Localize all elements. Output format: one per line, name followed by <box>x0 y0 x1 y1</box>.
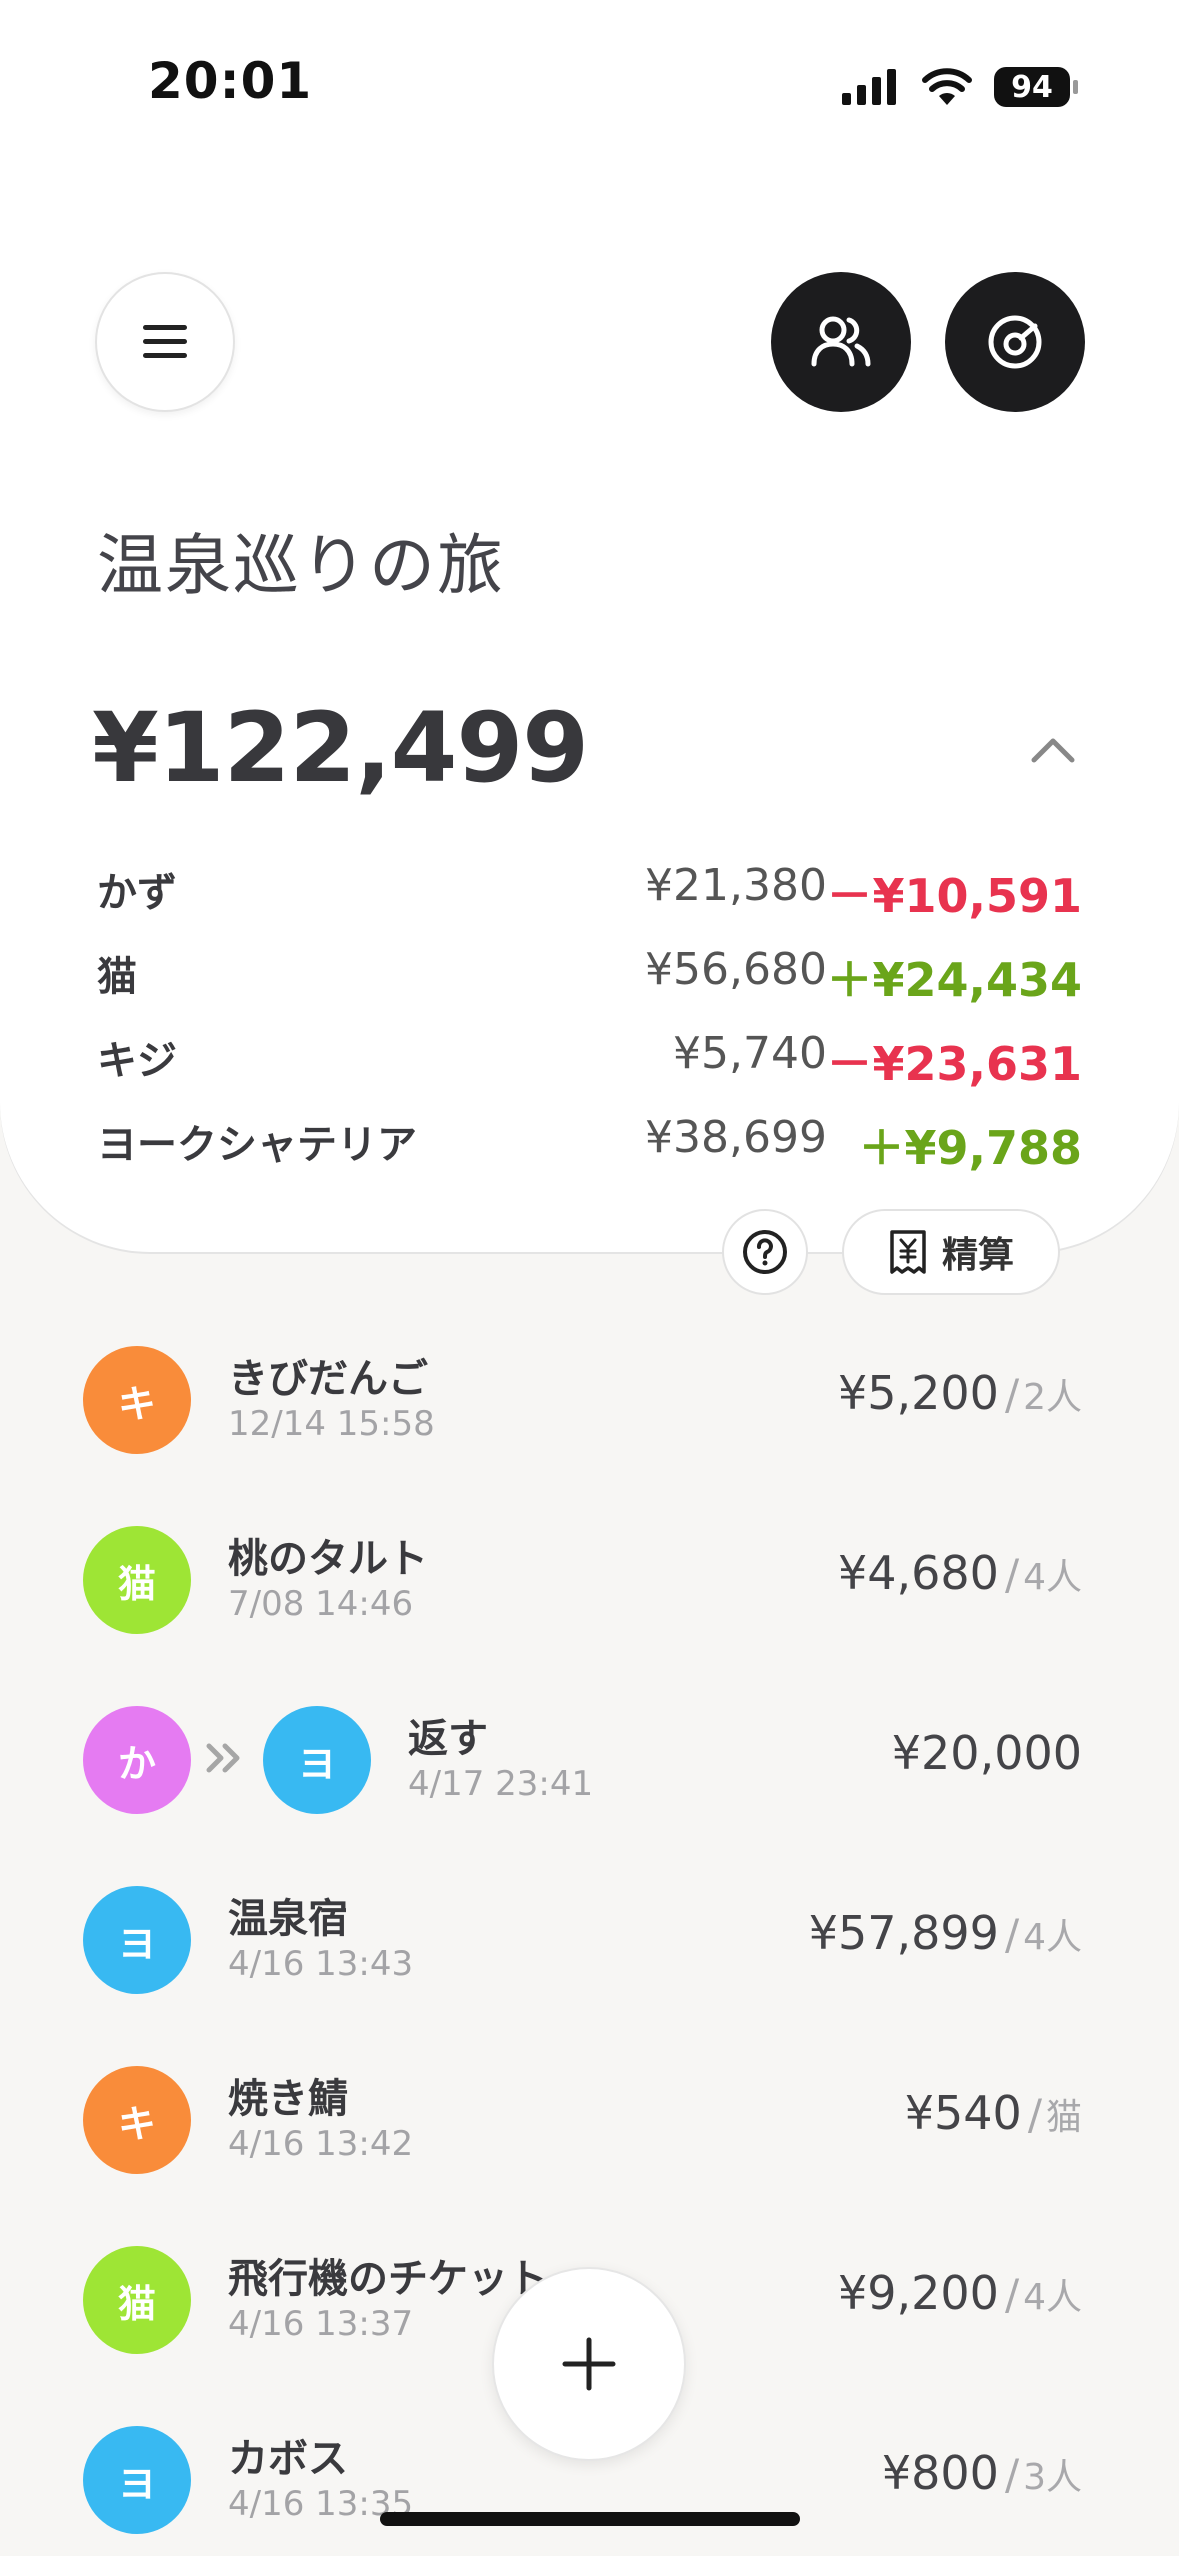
settle-button[interactable]: 精算 <box>842 1209 1060 1295</box>
member-row: 猫 ¥56,680 ＋¥24,434 <box>97 944 1082 1007</box>
member-name: 猫 <box>97 954 137 1000</box>
amount-value: ¥9,200 <box>837 2266 999 2320</box>
amount-value: ¥800 <box>881 2446 999 2500</box>
settle-label: 精算 <box>941 1235 1014 1276</box>
transaction-date: 4/16 13:43 <box>228 1944 414 1984</box>
menu-icon <box>143 325 187 358</box>
member-paid: ¥38,699 <box>645 1112 827 1163</box>
member-name: ヨークシャテリア <box>97 1122 417 1168</box>
home-indicator[interactable] <box>380 2512 800 2526</box>
pie-chart-icon <box>988 315 1042 369</box>
total-amount: ¥122,499 <box>92 692 589 804</box>
transaction-row[interactable]: か ヨ 返す 4/17 23:41 ¥20,000 <box>0 1706 1179 1826</box>
payer-avatar: キ <box>83 1346 191 1454</box>
collapse-button[interactable] <box>1030 735 1076 769</box>
payer-avatar: 猫 <box>83 2246 191 2354</box>
chart-button[interactable] <box>945 272 1085 412</box>
member-balance: ＋¥9,788 <box>858 1121 1082 1175</box>
receipt-yen-icon <box>890 1230 926 1274</box>
member-balance: －¥10,591 <box>826 869 1082 923</box>
member-row: キジ ¥5,740 －¥23,631 <box>97 1028 1082 1091</box>
members-button[interactable] <box>771 272 911 412</box>
amount-value: ¥540 <box>904 2086 1022 2140</box>
member-name: キジ <box>97 1038 177 1084</box>
amount-value: ¥5,200 <box>837 1366 999 1420</box>
member-paid: ¥21,380 <box>645 860 827 911</box>
member-balance: ＋¥24,434 <box>826 953 1082 1007</box>
add-expense-button[interactable] <box>492 2267 686 2461</box>
payer-avatar: キ <box>83 2066 191 2174</box>
payer-avatar: ヨ <box>83 1886 191 1994</box>
question-icon <box>743 1230 787 1274</box>
transaction-title: 桃のタルト <box>228 1536 428 1582</box>
transaction-date: 4/16 13:37 <box>228 2304 414 2344</box>
amount-value: ¥20,000 <box>891 1726 1082 1780</box>
amount-value: ¥57,899 <box>808 1906 999 1960</box>
member-paid: ¥56,680 <box>645 944 827 995</box>
transaction-title: カボス <box>228 2436 348 2482</box>
member-row: かず ¥21,380 －¥10,591 <box>97 860 1082 923</box>
transaction-date: 12/14 15:58 <box>228 1404 435 1444</box>
transaction-row[interactable]: ヨ 温泉宿 4/16 13:43 ¥57,899/4人 <box>0 1886 1179 2006</box>
transaction-title: 飛行機のチケット <box>228 2256 548 2302</box>
split-label: 2人 <box>1023 1377 1082 1418</box>
transaction-amount: ¥57,899/4人 <box>808 1906 1082 1960</box>
split-label: 猫 <box>1045 2097 1082 2138</box>
split-label: 3人 <box>1023 2457 1082 2498</box>
chevron-up-icon <box>1031 738 1075 763</box>
transaction-amount: ¥800/3人 <box>881 2446 1082 2500</box>
member-row: ヨークシャテリア ¥38,699 ＋¥9,788 <box>97 1112 1082 1175</box>
double-chevron-right-icon <box>206 1743 240 1773</box>
transaction-row[interactable]: キ きびだんご 12/14 15:58 ¥5,200/2人 <box>0 1346 1179 1466</box>
signal-icon <box>842 69 896 105</box>
payer-avatar: 猫 <box>83 1526 191 1634</box>
transaction-amount: ¥9,200/4人 <box>837 2266 1082 2320</box>
transaction-amount: ¥5,200/2人 <box>837 1366 1082 1420</box>
transaction-date: 7/08 14:46 <box>228 1584 414 1624</box>
summary-card: 20:01 94 温泉巡りの旅 ¥122,499 かず ¥21,380 －¥10… <box>0 0 1179 1252</box>
trip-title: 温泉巡りの旅 <box>97 527 505 604</box>
transaction-title: 焼き鯖 <box>228 2076 348 2122</box>
transaction-amount: ¥20,000 <box>892 1726 1082 1780</box>
split-label: 4人 <box>1023 1557 1082 1598</box>
split-label: 4人 <box>1023 1917 1082 1958</box>
transaction-date: 4/16 13:42 <box>228 2124 414 2164</box>
transaction-amount: ¥540/猫 <box>904 2086 1082 2140</box>
plus-icon <box>562 2337 616 2391</box>
transaction-amount: ¥4,680/4人 <box>837 1546 1082 1600</box>
transaction-row[interactable]: キ 焼き鯖 4/16 13:42 ¥540/猫 <box>0 2066 1179 2186</box>
amount-value: ¥4,680 <box>837 1546 999 1600</box>
transaction-title: 温泉宿 <box>228 1896 348 1942</box>
transaction-date: 4/17 23:41 <box>408 1764 594 1804</box>
help-button[interactable] <box>722 1209 808 1295</box>
users-icon <box>811 316 871 367</box>
status-icons: 94 <box>840 62 1078 112</box>
battery-icon: 94 <box>994 67 1078 107</box>
sender-avatar: か <box>83 1706 191 1814</box>
transaction-row[interactable]: 猫 桃のタルト 7/08 14:46 ¥4,680/4人 <box>0 1526 1179 1646</box>
transaction-title: きびだんご <box>228 1356 428 1402</box>
member-balance: －¥23,631 <box>826 1037 1082 1091</box>
wifi-icon <box>922 68 972 105</box>
menu-button[interactable] <box>95 272 235 412</box>
member-name: かず <box>97 870 177 916</box>
payer-avatar: ヨ <box>83 2426 191 2534</box>
member-paid: ¥5,740 <box>673 1028 827 1079</box>
transaction-title: 返す <box>408 1716 488 1762</box>
status-time: 20:01 <box>148 52 313 110</box>
split-label: 4人 <box>1023 2277 1082 2318</box>
receiver-avatar: ヨ <box>263 1706 371 1814</box>
